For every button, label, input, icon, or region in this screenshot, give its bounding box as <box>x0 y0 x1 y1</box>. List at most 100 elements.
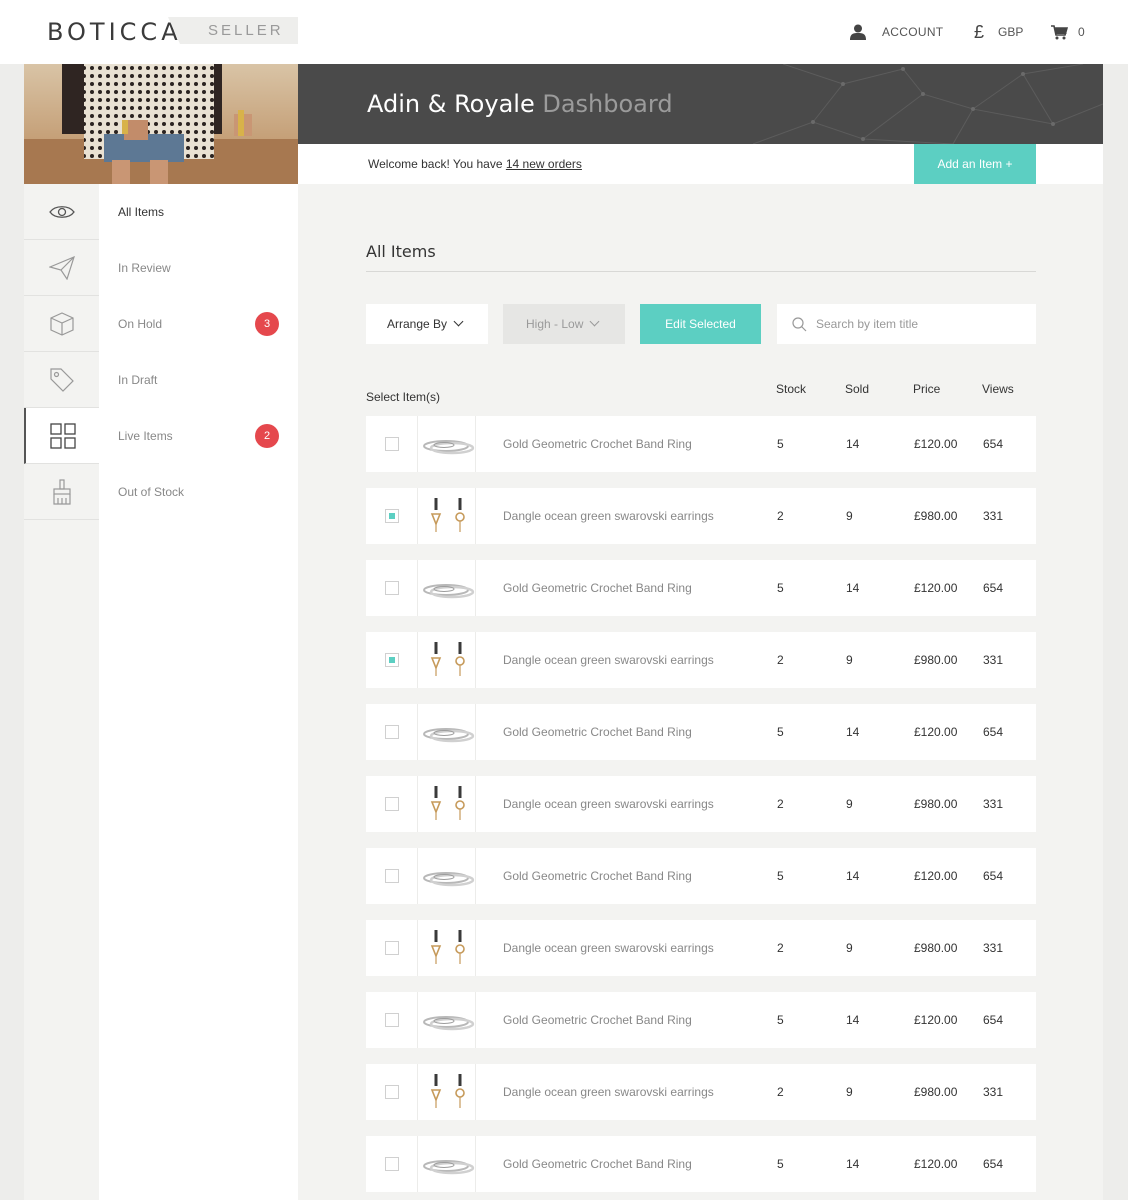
brand-logo[interactable]: BOTICCA <box>47 18 182 46</box>
pound-icon: £ <box>974 21 985 42</box>
row-checkbox[interactable] <box>385 581 399 595</box>
item-price: £120.00 <box>914 1013 958 1027</box>
item-price: £980.00 <box>914 797 958 811</box>
table-row[interactable]: Dangle ocean green swarovski earrings 2 9 £… <box>366 1064 1036 1120</box>
item-title[interactable]: Gold Geometric Crochet Band Ring <box>503 869 692 883</box>
item-title[interactable]: Gold Geometric Crochet Band Ring <box>503 581 692 595</box>
cell-divider <box>475 776 476 832</box>
divider <box>366 271 1036 272</box>
item-sold: 9 <box>846 797 853 811</box>
row-checkbox[interactable] <box>385 941 399 955</box>
item-price: £120.00 <box>914 1157 958 1171</box>
seller-tab: SELLER <box>168 17 298 44</box>
item-views: 331 <box>983 509 1004 523</box>
ring-thumbnail <box>420 856 476 896</box>
item-title[interactable]: Dangle ocean green swarovski earrings <box>503 941 714 955</box>
table-row[interactable]: Dangle ocean green swarovski earrings 2 9 £… <box>366 632 1036 688</box>
search-input[interactable]: Search by item title <box>777 304 1036 344</box>
item-sold: 9 <box>846 1085 853 1099</box>
sidebar-item-in-draft[interactable] <box>24 352 99 408</box>
item-title[interactable]: Gold Geometric Crochet Band Ring <box>503 1157 692 1171</box>
table-row[interactable]: Gold Geometric Crochet Band Ring 5 14 £120.… <box>366 992 1036 1048</box>
sidebar-item-label[interactable]: All Items <box>118 184 288 240</box>
table-row[interactable]: Dangle ocean green swarovski earrings 2 9 £… <box>366 920 1036 976</box>
table-row[interactable]: Gold Geometric Crochet Band Ring 5 14 £120.… <box>366 848 1036 904</box>
sidebar-item-on-hold[interactable] <box>24 296 99 352</box>
row-checkbox[interactable] <box>385 509 399 523</box>
page-title: Adin & Royale Dashboard <box>367 90 673 118</box>
item-price: £980.00 <box>914 653 958 667</box>
row-checkbox[interactable] <box>385 797 399 811</box>
item-title[interactable]: Dangle ocean green swarovski earrings <box>503 1085 714 1099</box>
cell-divider <box>417 560 418 616</box>
cell-divider <box>417 992 418 1048</box>
currency-selector[interactable]: £ GBP <box>974 22 1023 42</box>
item-stock: 2 <box>777 509 784 523</box>
edit-selected-button[interactable]: Edit Selected <box>640 304 761 344</box>
column-header-price[interactable]: Price <box>913 382 940 396</box>
row-checkbox[interactable] <box>385 1157 399 1171</box>
item-title[interactable]: Gold Geometric Crochet Band Ring <box>503 437 692 451</box>
column-header-sold[interactable]: Sold <box>845 382 869 396</box>
cell-divider <box>475 920 476 976</box>
column-header-select: Select Item(s) <box>366 390 441 404</box>
item-title[interactable]: Gold Geometric Crochet Band Ring <box>503 1013 692 1027</box>
item-stock: 5 <box>777 1157 784 1171</box>
cart-link[interactable]: 0 <box>1051 22 1085 42</box>
item-title[interactable]: Dangle ocean green swarovski earrings <box>503 653 714 667</box>
seller-label: SELLER <box>208 22 284 39</box>
top-bar: BOTICCA SELLER ACCOUNT £ GBP 0 <box>0 0 1128 64</box>
cell-divider <box>475 488 476 544</box>
table-row[interactable]: Gold Geometric Crochet Band Ring 5 14 £120.… <box>366 560 1036 616</box>
arrange-label: Arrange By <box>387 317 448 331</box>
column-header-views[interactable]: Views <box>982 382 1014 396</box>
item-title[interactable]: Gold Geometric Crochet Band Ring <box>503 725 692 739</box>
table-row[interactable]: Dangle ocean green swarovski earrings 2 9 £… <box>366 776 1036 832</box>
table-row[interactable]: Gold Geometric Crochet Band Ring 5 14 £120.… <box>366 1136 1036 1192</box>
add-item-button[interactable]: Add an Item + <box>914 144 1036 184</box>
paper-plane-icon <box>48 255 75 280</box>
row-checkbox[interactable] <box>385 437 399 451</box>
sidebar-item-label[interactable]: Out of Stock <box>118 464 288 520</box>
row-checkbox[interactable] <box>385 1013 399 1027</box>
row-checkbox[interactable] <box>385 725 399 739</box>
item-price: £120.00 <box>914 581 958 595</box>
store-cover-image <box>24 64 298 184</box>
arrange-by-dropdown[interactable]: Arrange By <box>366 304 488 344</box>
sidebar-item-label[interactable]: In Draft <box>118 352 288 408</box>
currency-label: GBP <box>998 25 1024 39</box>
welcome-bar: Welcome back! You have 14 new orders Add… <box>298 144 1103 184</box>
table-row[interactable]: Dangle ocean green swarovski earrings 2 9 £… <box>366 488 1036 544</box>
column-header-stock[interactable]: Stock <box>776 382 806 396</box>
sidebar-item-label[interactable]: In Review <box>118 240 288 296</box>
sidebar-icon-rail <box>24 184 99 1200</box>
new-orders-link[interactable]: 14 new orders <box>506 157 582 171</box>
sort-order-dropdown[interactable]: High - Low <box>503 304 625 344</box>
item-stock: 2 <box>777 797 784 811</box>
ring-thumbnail <box>420 1144 476 1184</box>
sidebar-item-in-review[interactable] <box>24 240 99 296</box>
table-row[interactable]: Gold Geometric Crochet Band Ring 5 14 £120.… <box>366 416 1036 472</box>
item-stock: 5 <box>777 581 784 595</box>
item-title[interactable]: Dangle ocean green swarovski earrings <box>503 797 714 811</box>
earrings-thumbnail <box>420 1072 476 1112</box>
sidebar-item-out-of-stock[interactable] <box>24 464 99 520</box>
ring-thumbnail <box>420 1000 476 1040</box>
item-stock: 5 <box>777 869 784 883</box>
item-sold: 14 <box>846 869 860 883</box>
table-row[interactable]: Gold Geometric Crochet Band Ring 5 14 £120.… <box>366 704 1036 760</box>
row-checkbox[interactable] <box>385 653 399 667</box>
sidebar-item-all-items[interactable] <box>24 184 99 240</box>
row-checkbox[interactable] <box>385 869 399 883</box>
cell-divider <box>475 416 476 472</box>
sidebar-item-live-items[interactable] <box>24 408 99 464</box>
row-checkbox[interactable] <box>385 1085 399 1099</box>
item-title[interactable]: Dangle ocean green swarovski earrings <box>503 509 714 523</box>
dashboard-banner: Adin & Royale Dashboard <box>298 64 1103 144</box>
cell-divider <box>475 1136 476 1192</box>
account-label: ACCOUNT <box>882 25 944 39</box>
cell-divider <box>475 848 476 904</box>
item-stock: 5 <box>777 725 784 739</box>
welcome-text: Welcome back! You have <box>368 157 506 171</box>
account-link[interactable]: ACCOUNT <box>850 22 943 42</box>
